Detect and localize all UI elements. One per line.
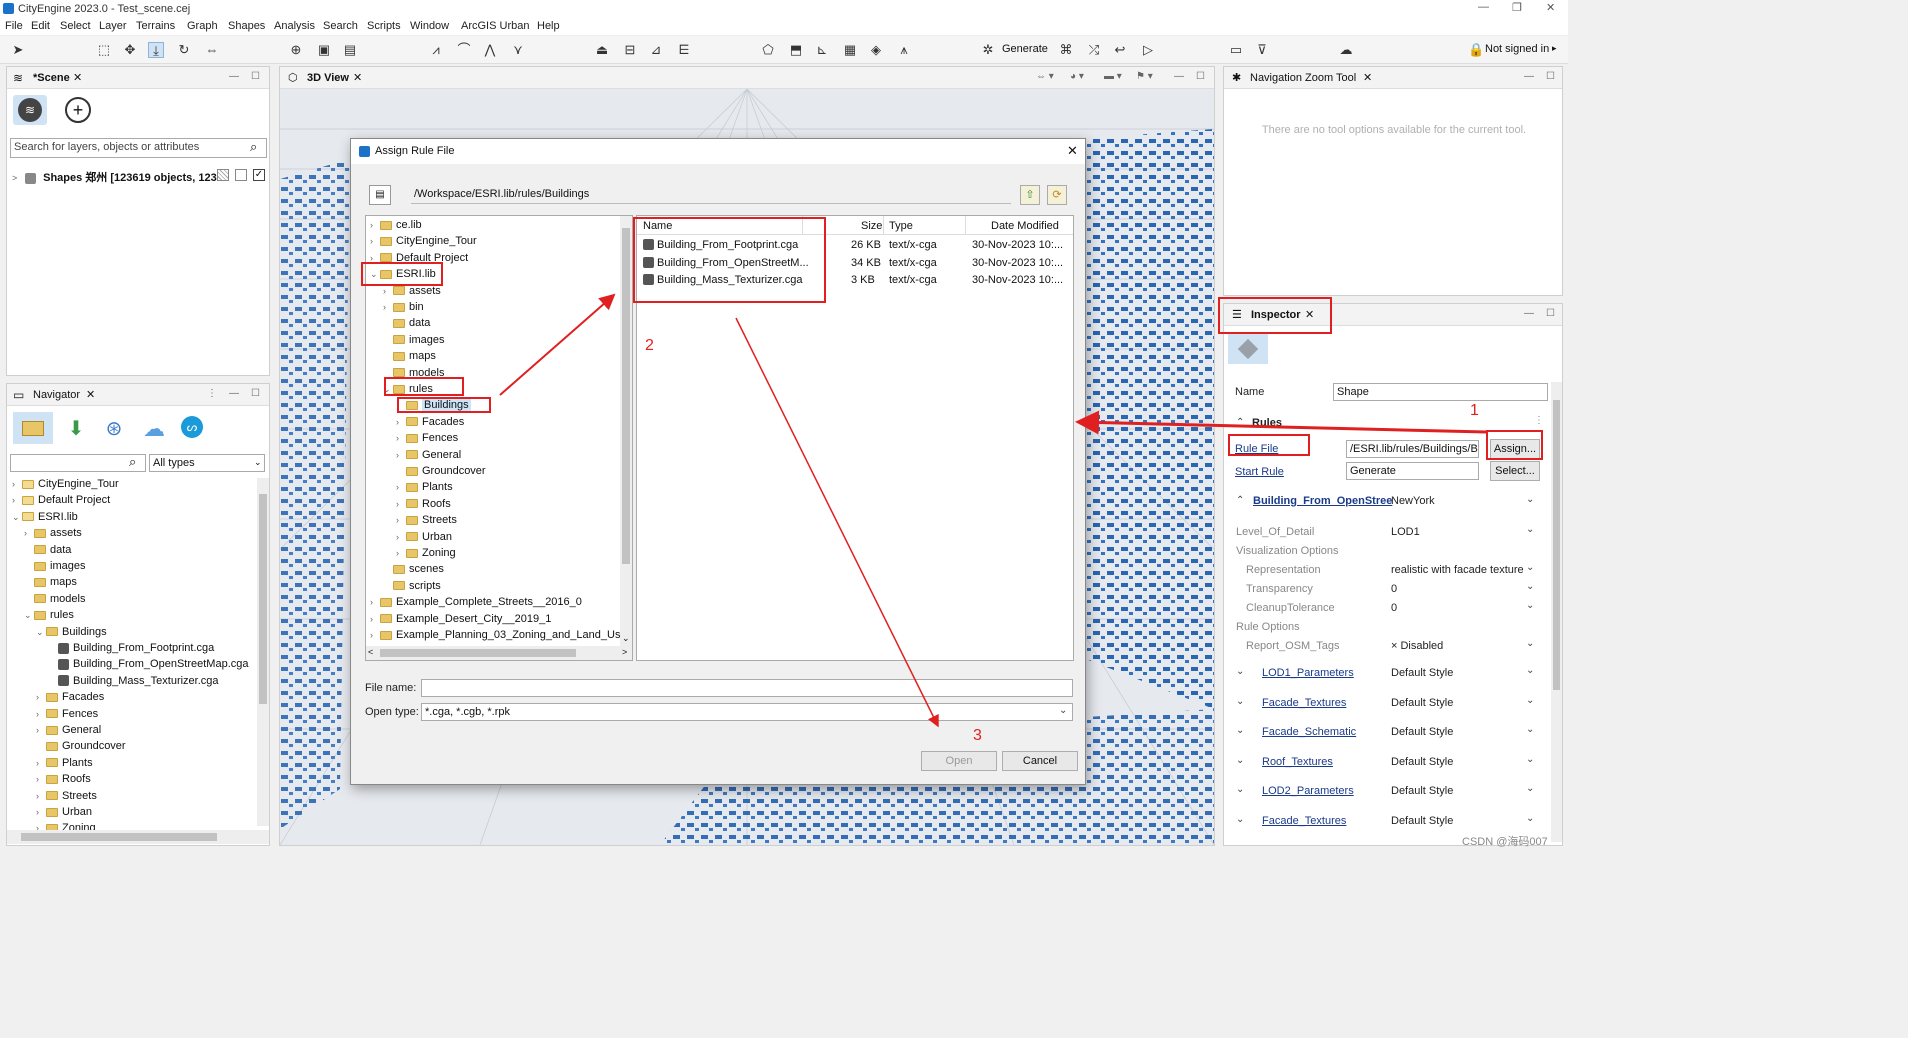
annotation-number-2: 2 — [645, 337, 654, 354]
annotation-number-1: 1 — [1470, 402, 1479, 419]
annotation-number-3: 3 — [973, 727, 982, 744]
annotation-arrows — [499, 293, 1487, 728]
watermark: CSDN @海码007 — [1462, 836, 1548, 848]
